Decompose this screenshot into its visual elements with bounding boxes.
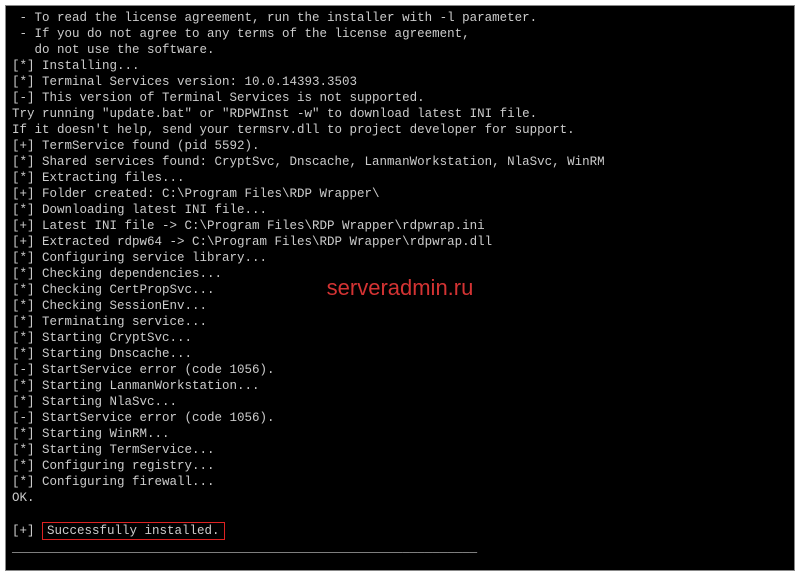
output-line: [+] Folder created: C:\Program Files\RDP… xyxy=(12,186,788,202)
blank-line xyxy=(12,506,788,522)
output-line: - If you do not agree to any terms of th… xyxy=(12,26,788,42)
output-line: [*] Checking dependencies... xyxy=(12,266,788,282)
output-line: [+] Extracted rdpw64 -> C:\Program Files… xyxy=(12,234,788,250)
output-line: [*] Checking CertPropSvc... xyxy=(12,282,788,298)
output-line: [*] Starting CryptSvc... xyxy=(12,330,788,346)
output-line: [*] Starting WinRM... xyxy=(12,426,788,442)
blank-line xyxy=(12,556,788,571)
output-line: [*] Shared services found: CryptSvc, Dns… xyxy=(12,154,788,170)
separator-line: ________________________________________… xyxy=(12,540,788,556)
output-line: [+] TermService found (pid 5592). xyxy=(12,138,788,154)
output-line: [*] Starting NlaSvc... xyxy=(12,394,788,410)
output-line: [*] Configuring firewall... xyxy=(12,474,788,490)
output-line: [*] Starting LanmanWorkstation... xyxy=(12,378,788,394)
success-prefix: [+] xyxy=(12,524,42,538)
output-line: [*] Starting Dnscache... xyxy=(12,346,788,362)
output-line: [-] StartService error (code 1056). xyxy=(12,410,788,426)
output-line: [*] Terminal Services version: 10.0.1439… xyxy=(12,74,788,90)
terminal-window[interactable]: serveradmin.ru - To read the license agr… xyxy=(5,5,795,571)
output-line: [*] Installing... xyxy=(12,58,788,74)
output-line: do not use the software. xyxy=(12,42,788,58)
output-line: [*] Checking SessionEnv... xyxy=(12,298,788,314)
success-highlight: Successfully installed. xyxy=(42,522,225,540)
output-line: [*] Configuring registry... xyxy=(12,458,788,474)
output-line: [*] Starting TermService... xyxy=(12,442,788,458)
output-line: [+] Latest INI file -> C:\Program Files\… xyxy=(12,218,788,234)
success-line: [+] Successfully installed. xyxy=(12,522,788,540)
output-line: If it doesn't help, send your termsrv.dl… xyxy=(12,122,788,138)
output-line: [-] This version of Terminal Services is… xyxy=(12,90,788,106)
output-line: Try running "update.bat" or "RDPWInst -w… xyxy=(12,106,788,122)
output-line: OK. xyxy=(12,490,788,506)
output-line: [*] Terminating service... xyxy=(12,314,788,330)
output-line: [-] StartService error (code 1056). xyxy=(12,362,788,378)
output-line: - To read the license agreement, run the… xyxy=(12,10,788,26)
output-line: [*] Extracting files... xyxy=(12,170,788,186)
output-line: [*] Downloading latest INI file... xyxy=(12,202,788,218)
output-line: [*] Configuring service library... xyxy=(12,250,788,266)
